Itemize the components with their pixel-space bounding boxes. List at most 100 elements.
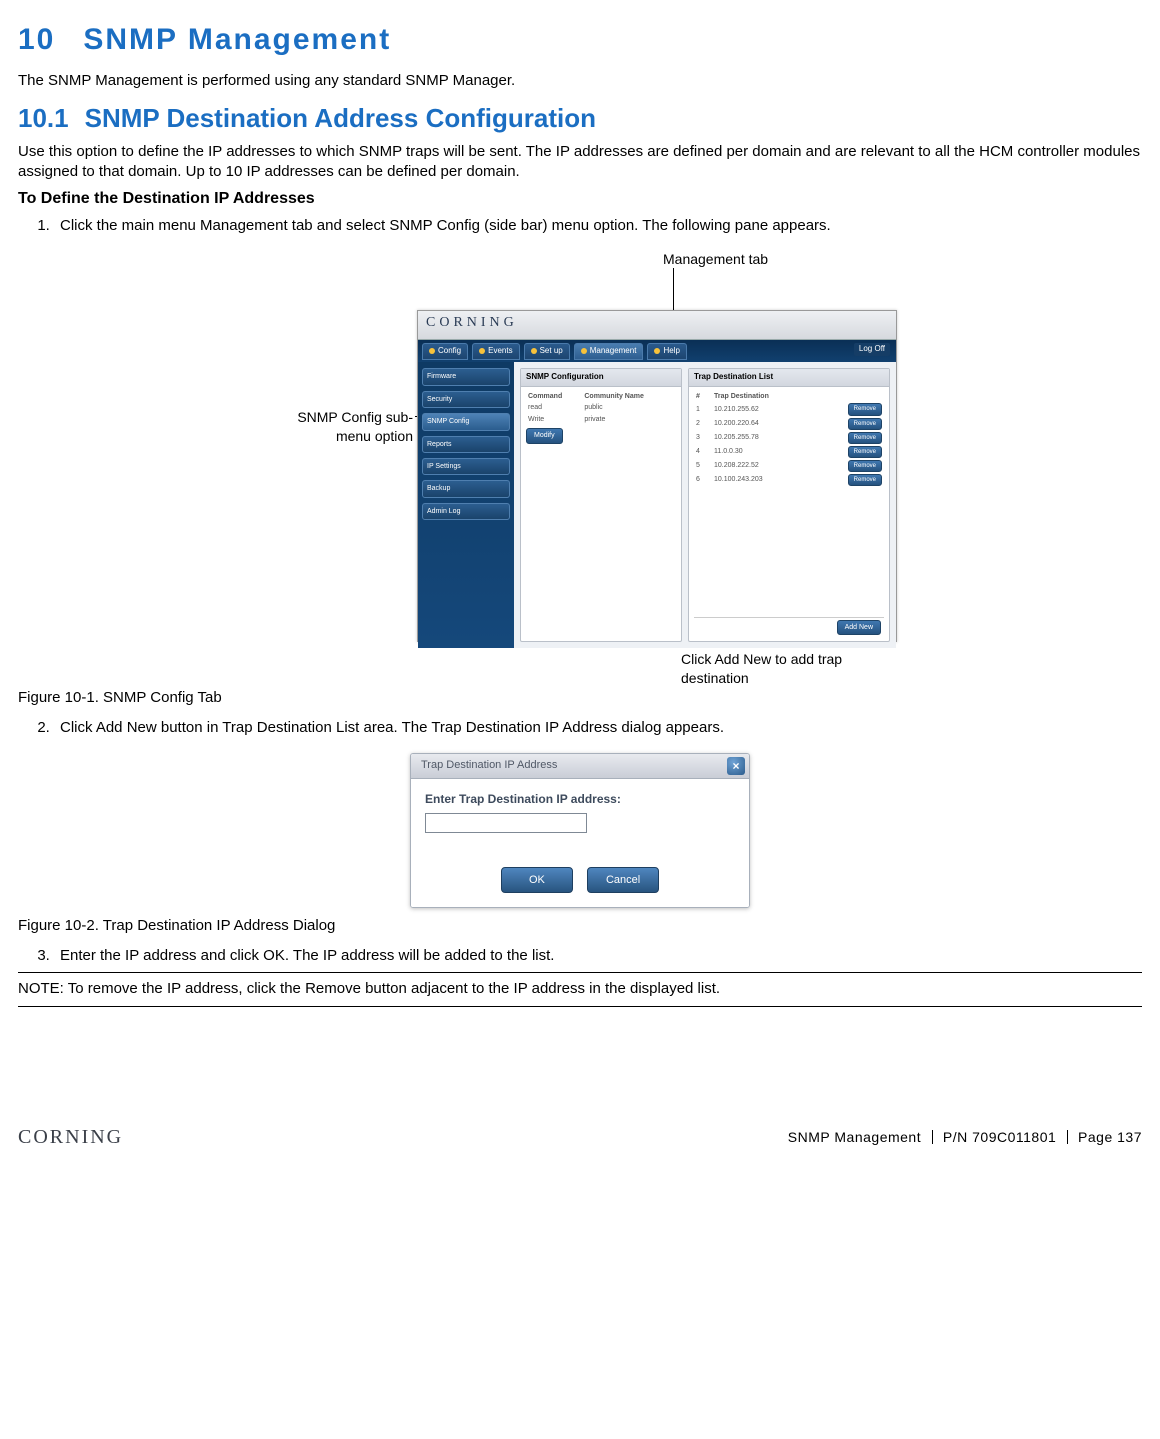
tab-help[interactable]: Help (647, 343, 686, 360)
table-row: 310.205.255.78Remove (694, 431, 884, 445)
sidebar-item-reports[interactable]: Reports (422, 436, 510, 453)
app-brand: CORNING (418, 311, 896, 340)
snmp-configuration-panel: SNMP Configuration CommandCommunity Name… (520, 368, 682, 642)
intro-text: The SNMP Management is performed using a… (18, 71, 1142, 91)
app-window: CORNING Config Events Set up Management … (417, 310, 897, 642)
dialog-titlebar: Trap Destination IP Address × (411, 754, 749, 779)
step-2: Click Add New button in Trap Destination… (54, 718, 1142, 738)
section-title: SNMP Destination Address Configuration (85, 103, 596, 133)
divider (18, 972, 1142, 973)
cell: 4 (694, 445, 712, 459)
tab-bar: Config Events Set up Management Help Log… (418, 340, 896, 362)
tab-icon (531, 348, 537, 354)
sidebar-item-snmp-config[interactable]: SNMP Config (422, 413, 510, 430)
close-icon[interactable]: × (727, 757, 745, 775)
remove-button[interactable]: Remove (848, 432, 882, 444)
footer-pn: P/N 709C011801 (943, 1129, 1056, 1145)
callout-text: SNMP Config sub-menu option (297, 409, 413, 444)
sidebar-item-firmware[interactable]: Firmware (422, 368, 510, 385)
table-row: readpublic (526, 402, 676, 413)
footer-section: SNMP Management (788, 1129, 921, 1145)
tab-label: Set up (540, 346, 563, 357)
panel-title: Trap Destination List (689, 369, 889, 387)
sidebar-item-ip-settings[interactable]: IP Settings (422, 458, 510, 475)
tab-label: Help (663, 346, 679, 357)
col-command: Command (526, 391, 582, 402)
table-row: 411.0.0.30 Remove (694, 445, 884, 459)
remove-button[interactable]: Remove (848, 460, 882, 472)
cell: 2 (694, 417, 712, 431)
tab-icon (581, 348, 587, 354)
tab-setup[interactable]: Set up (524, 343, 570, 360)
cell: 5 (694, 459, 712, 473)
tab-events[interactable]: Events (472, 343, 519, 360)
section-number: 10.1 (18, 103, 69, 133)
cell: 11.0.0.30 (712, 445, 816, 459)
dialog-label: Enter Trap Destination IP address: (425, 791, 735, 807)
note-text: NOTE: To remove the IP address, click th… (18, 977, 1142, 1001)
section-heading: 10.1 SNMP Destination Address Configurati… (18, 101, 1142, 136)
step-3: Enter the IP address and click OK. The I… (54, 946, 1142, 966)
callout-text: Management tab (663, 251, 768, 267)
procedure-title: To Define the Destination IP Addresses (18, 188, 1142, 210)
remove-button[interactable]: Remove (848, 403, 882, 415)
cell: 6 (694, 473, 712, 487)
panel-title: SNMP Configuration (521, 369, 681, 387)
figure-2: Trap Destination IP Address × Enter Trap… (410, 753, 750, 908)
cell: public (582, 402, 676, 413)
figure-1-caption: Figure 10-1. SNMP Config Tab (18, 688, 1142, 708)
tab-management[interactable]: Management (574, 343, 644, 360)
ip-address-input[interactable] (425, 813, 587, 833)
cell: 3 (694, 431, 712, 445)
trap-destination-dialog: Trap Destination IP Address × Enter Trap… (410, 753, 750, 908)
section-desc: Use this option to define the IP address… (18, 142, 1142, 183)
col-num: # (694, 391, 712, 402)
callout-management-tab: Management tab (663, 250, 768, 269)
tab-label: Management (590, 346, 637, 357)
cell: read (526, 402, 582, 413)
add-new-button[interactable]: Add New (837, 620, 881, 635)
tab-icon (479, 348, 485, 354)
remove-button[interactable]: Remove (848, 474, 882, 486)
cell: Write (526, 414, 582, 425)
sidebar-item-security[interactable]: Security (422, 391, 510, 408)
cell: 1 (694, 402, 712, 416)
dialog-title: Trap Destination IP Address (421, 758, 557, 773)
col-dest: Trap Destination (712, 391, 816, 402)
sidebar-item-admin-log[interactable]: Admin Log (422, 503, 510, 520)
ok-button[interactable]: OK (501, 867, 573, 893)
callout-add-new: Click Add New to add trap destination (681, 650, 895, 688)
footer-logo: CORNING (18, 1124, 123, 1151)
remove-button[interactable]: Remove (848, 446, 882, 458)
divider (18, 1006, 1142, 1007)
tab-config[interactable]: Config (422, 343, 468, 360)
callout-text: Click Add New to add trap destination (681, 651, 842, 686)
callout-snmp-config: SNMP Config sub-menu option (265, 408, 413, 446)
figure-2-caption: Figure 10-2. Trap Destination IP Address… (18, 916, 1142, 936)
trap-destination-panel: Trap Destination List #Trap Destination … (688, 368, 890, 642)
chapter-number: 10 (18, 23, 55, 56)
cancel-button[interactable]: Cancel (587, 867, 659, 893)
table-row: 110.210.255.62 Remove (694, 402, 884, 416)
tab-icon (654, 348, 660, 354)
cell: 10.208.222.52 (712, 459, 816, 473)
tab-label: Events (488, 346, 512, 357)
modify-button[interactable]: Modify (526, 428, 563, 443)
sidebar-item-backup[interactable]: Backup (422, 480, 510, 497)
table-row: Writeprivate (526, 414, 676, 425)
cell: private (582, 414, 676, 425)
page-footer: CORNING SNMP Management P/N 709C011801 P… (18, 1127, 1142, 1128)
cell: 10.200.220.64 (712, 417, 816, 431)
col-community: Community Name (582, 391, 676, 402)
sidebar: Firmware Security SNMP Config Reports IP… (418, 362, 514, 648)
step-1: Click the main menu Management tab and s… (54, 216, 1142, 236)
tab-icon (429, 348, 435, 354)
tab-label: Config (438, 346, 461, 357)
trap-destination-table: #Trap Destination 110.210.255.62 Remove 2… (694, 391, 884, 487)
logoff-button[interactable]: Log Off (854, 343, 890, 356)
remove-button[interactable]: Remove (848, 418, 882, 430)
figure-1: Management tab SNMP Config sub-menu opti… (265, 250, 895, 680)
table-row: 510.208.222.52 Remove (694, 459, 884, 473)
chapter-heading: 10SNMP Management (18, 20, 1142, 61)
cell: 10.210.255.62 (712, 402, 816, 416)
